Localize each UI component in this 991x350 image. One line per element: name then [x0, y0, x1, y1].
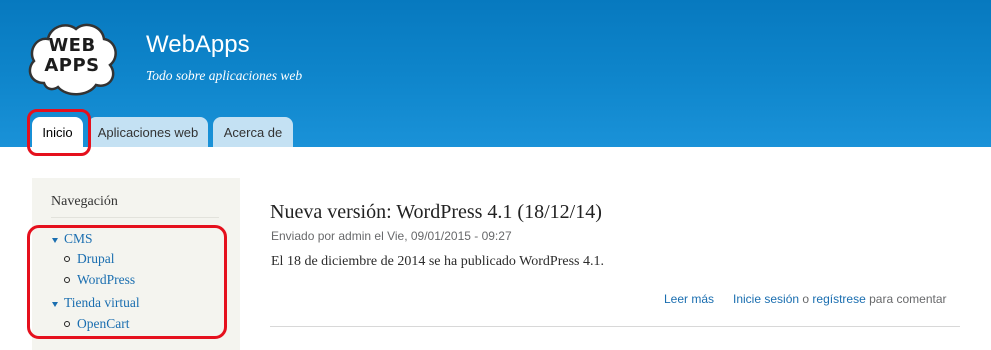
read-more-link[interactable]: Leer más: [664, 292, 714, 306]
comment-links: Inicie sesión o regístrese para comentar: [733, 292, 947, 306]
tab-highlight-annotation: [27, 109, 91, 156]
nav-highlight-annotation: [27, 225, 227, 339]
tab-acerca-de[interactable]: Acerca de: [213, 117, 293, 147]
post-body: El 18 de diciembre de 2014 se ha publica…: [271, 254, 604, 269]
register-link[interactable]: regístrese: [812, 292, 865, 306]
site-logo[interactable]: WEB APPS: [26, 17, 118, 99]
sidebar-divider: [51, 217, 219, 218]
site-name[interactable]: WebApps: [146, 31, 250, 59]
logo-text-line2: APPS: [44, 55, 100, 76]
to-comment-text: para comentar: [869, 292, 947, 306]
logo-text-line1: WEB: [48, 35, 96, 56]
or-text: o: [802, 292, 810, 306]
post-title[interactable]: Nueva versión: WordPress 4.1 (18/12/14): [270, 201, 602, 224]
post-divider: [270, 326, 960, 327]
post-submitted: Enviado por admin el Vie, 09/01/2015 - 0…: [271, 229, 512, 243]
sidebar-title: Navegación: [51, 194, 118, 209]
tab-aplicaciones-web[interactable]: Aplicaciones web: [88, 117, 208, 147]
login-link[interactable]: Inicie sesión: [733, 292, 799, 306]
site-slogan: Todo sobre aplicaciones web: [146, 68, 303, 83]
post-links: Leer más: [664, 292, 714, 306]
